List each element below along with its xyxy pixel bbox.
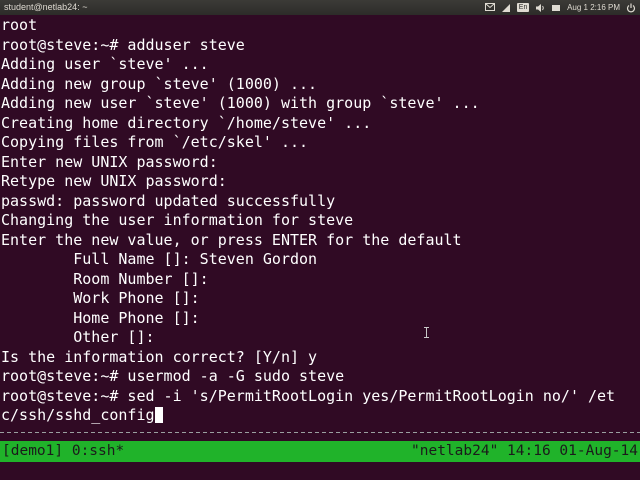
terminal-line: Adding new user `steve' (1000) with grou… (1, 94, 480, 112)
terminal-line: root@steve:~# sed -i 's/PermitRootLogin … (1, 386, 616, 405)
panel-clock[interactable]: Aug 1 2:16 PM (567, 0, 620, 15)
text-cursor (154, 407, 163, 423)
window-title: student@netlab24: ~ (4, 2, 88, 12)
envelope-icon[interactable] (551, 3, 561, 13)
terminal-line: Copying files from `/etc/skel' ... (1, 133, 309, 151)
terminal-line: Home Phone []: (1, 308, 200, 327)
pane-divider (0, 432, 640, 440)
system-tray: En Aug 1 2:16 PM (485, 0, 636, 15)
terminal-line: root@steve:~# usermod -a -G sudo steve (1, 367, 345, 385)
terminal-current-line[interactable]: c/ssh/sshd_config (1, 406, 163, 426)
terminal-line: Other []: (1, 328, 155, 346)
terminal-line: Room Number []: (1, 269, 209, 288)
terminal-line: Enter the new value, or press ENTER for … (1, 230, 462, 249)
mouse-ibeam-icon (424, 327, 429, 338)
terminal-line: Changing the user information for steve (1, 211, 354, 229)
power-icon[interactable] (626, 3, 636, 13)
terminal-line: c/ssh/sshd_config (1, 406, 155, 424)
terminal-line: Is the information correct? [Y/n] y (1, 347, 318, 366)
tmux-session-window[interactable]: [demo1] 0:ssh* (2, 441, 124, 462)
tmux-status-bar: [demo1] 0:ssh* "netlab24" 14:16 01-Aug-1… (0, 441, 640, 462)
terminal-line: Retype new UNIX password: (1, 172, 227, 190)
terminal-line: Full Name []: Steven Gordon (1, 250, 318, 268)
terminal-line: root (1, 16, 38, 34)
terminal-line: Work Phone []: (1, 289, 200, 307)
top-panel: student@netlab24: ~ En Aug 1 2:16 PM (0, 0, 640, 15)
terminal-line: Adding user `steve' ... (1, 55, 209, 73)
volume-icon[interactable] (535, 3, 545, 13)
mail-icon[interactable] (485, 2, 496, 13)
terminal-line: Enter new UNIX password: (1, 152, 218, 171)
terminal-output[interactable]: root root@steve:~# adduser steve Adding … (0, 16, 640, 436)
terminal-line: passwd: password updated successfully (1, 191, 336, 210)
keyboard-icon[interactable]: En (517, 3, 530, 12)
terminal-line: Adding new group `steve' (1000) ... (1, 74, 318, 93)
terminal-line: root@steve:~# adduser steve (1, 35, 245, 54)
tmux-host-time: "netlab24" 14:16 01-Aug-14 (411, 443, 638, 459)
network-icon[interactable] (501, 3, 511, 13)
terminal-bottom-margin (0, 462, 640, 480)
terminal-line: Creating home directory `/home/steve' ..… (1, 113, 372, 132)
divider-dashes (0, 432, 640, 433)
